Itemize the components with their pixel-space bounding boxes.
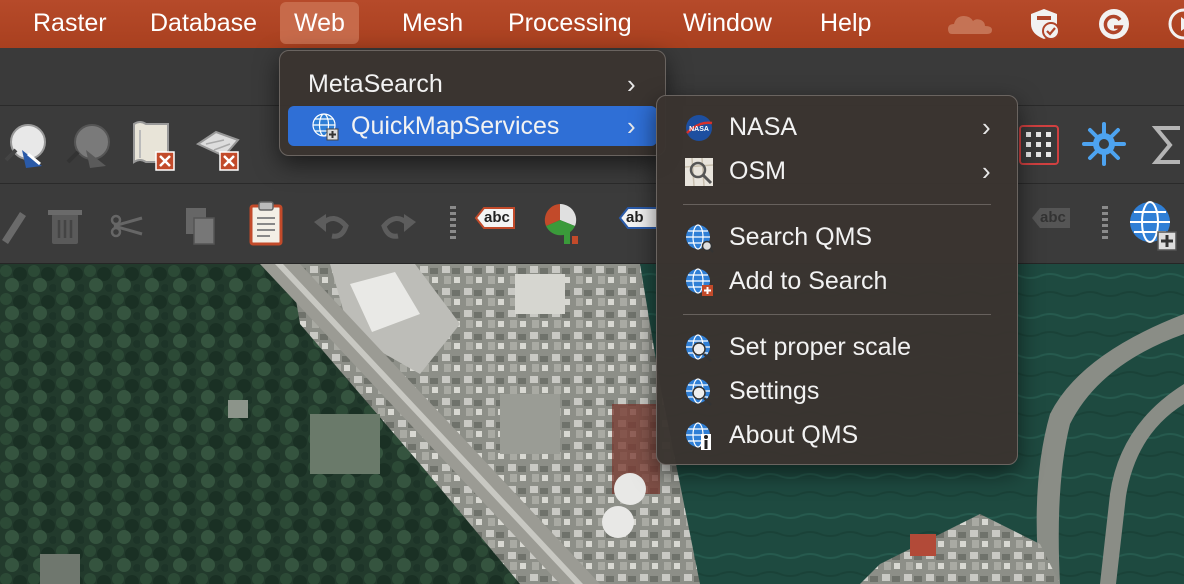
menu-item-settings[interactable]: Settings xyxy=(665,371,1009,411)
chevron-right-icon: › xyxy=(627,111,636,141)
menu-item-label: Settings xyxy=(729,377,820,405)
menu-item-label: OSM xyxy=(729,157,786,185)
qms-globe-icon xyxy=(312,113,339,141)
app-menu-bar: Raster Database Web Mesh Processing Wind… xyxy=(0,0,1184,48)
menu-separator xyxy=(683,204,991,205)
shield-check-icon[interactable] xyxy=(1026,6,1062,42)
nasa-logo-icon: NASA xyxy=(686,115,713,141)
label-tool-disabled[interactable]: abc xyxy=(1030,206,1072,230)
menu-item-metasearch[interactable]: MetaSearch › xyxy=(288,64,657,104)
undo-icon[interactable] xyxy=(312,208,352,244)
chevron-right-icon: › xyxy=(982,156,991,186)
building xyxy=(228,400,248,418)
layout-map-icon[interactable] xyxy=(194,122,246,174)
menu-window[interactable]: Window xyxy=(683,0,772,48)
qms-submenu: NASA NASA › OSM › Search QMS Add to Sear… xyxy=(656,95,1018,465)
menu-item-set-proper-scale[interactable]: Set proper scale xyxy=(665,327,1009,367)
menu-item-nasa[interactable]: NASA NASA › xyxy=(665,107,1009,147)
storage-tank xyxy=(602,506,634,538)
building xyxy=(515,274,565,314)
media-control-icon[interactable] xyxy=(1166,6,1184,42)
menu-item-label: MetaSearch xyxy=(308,70,443,98)
globe-add-icon xyxy=(686,268,713,296)
menu-item-quickmapservices[interactable]: QuickMapServices › xyxy=(288,106,657,146)
storage-tank xyxy=(614,473,646,505)
globe-search-icon xyxy=(686,224,714,253)
chevron-right-icon: › xyxy=(982,112,991,142)
building xyxy=(500,394,560,454)
menu-item-label: About QMS xyxy=(729,421,859,449)
chevron-right-icon: › xyxy=(627,69,636,99)
menu-mesh[interactable]: Mesh xyxy=(402,0,463,48)
menu-separator xyxy=(683,314,991,315)
menu-item-label: Set proper scale xyxy=(729,333,912,361)
building xyxy=(40,554,80,584)
label-tool-ab[interactable]: ab xyxy=(618,206,660,230)
menu-item-add-to-search[interactable]: Add to Search xyxy=(665,261,1009,301)
menu-item-label: QuickMapServices xyxy=(351,112,560,140)
svg-text:NASA: NASA xyxy=(689,126,709,133)
menu-web[interactable]: Web xyxy=(280,2,359,44)
globe-settings-icon xyxy=(686,378,712,406)
red-roof-building xyxy=(910,534,936,556)
web-menu: MetaSearch › QuickMapServices › xyxy=(279,50,666,156)
osm-icon xyxy=(684,157,714,187)
menu-item-osm[interactable]: OSM › xyxy=(665,151,1009,191)
menu-item-search-qms[interactable]: Search QMS xyxy=(665,217,1009,257)
select-feature-icon[interactable] xyxy=(62,120,112,174)
cloud-icon[interactable] xyxy=(944,6,996,42)
globe-scale-icon xyxy=(686,334,712,362)
globe-info-icon xyxy=(686,422,711,450)
map-document-icon[interactable] xyxy=(128,118,180,174)
grammarly-icon[interactable] xyxy=(1096,6,1132,42)
label-tool-text: ab xyxy=(626,209,644,226)
menu-processing[interactable]: Processing xyxy=(508,0,632,48)
menu-item-label: Search QMS xyxy=(729,223,873,251)
menu-item-label: Add to Search xyxy=(729,267,888,295)
qms-globe-add-icon[interactable] xyxy=(1124,198,1180,252)
gear-settings-icon[interactable] xyxy=(1080,120,1128,168)
toolbar-handle[interactable] xyxy=(1102,206,1108,240)
facility-building xyxy=(310,414,380,474)
menu-help[interactable]: Help xyxy=(820,0,871,48)
toolbar-handle[interactable] xyxy=(450,206,456,240)
menu-database[interactable]: Database xyxy=(150,0,257,48)
redo-icon[interactable] xyxy=(378,208,418,244)
identify-features-icon[interactable] xyxy=(0,120,50,174)
label-tool-text: abc xyxy=(484,209,510,226)
grid-layer-icon[interactable] xyxy=(1016,122,1062,168)
diagram-pie-icon[interactable] xyxy=(540,200,586,248)
menu-raster[interactable]: Raster xyxy=(33,0,107,48)
menu-item-about-qms[interactable]: About QMS xyxy=(665,415,1009,455)
cut-icon[interactable] xyxy=(108,206,148,246)
copy-icon[interactable] xyxy=(180,204,218,248)
menu-item-label: NASA xyxy=(729,113,798,141)
sum-statistics-icon[interactable] xyxy=(1150,118,1184,172)
label-tool-text: abc xyxy=(1040,209,1066,226)
paste-icon[interactable] xyxy=(246,200,286,248)
delete-icon[interactable] xyxy=(44,204,86,248)
label-tool-abc[interactable]: abc xyxy=(474,206,516,230)
edit-pencil-icon[interactable] xyxy=(0,204,30,248)
